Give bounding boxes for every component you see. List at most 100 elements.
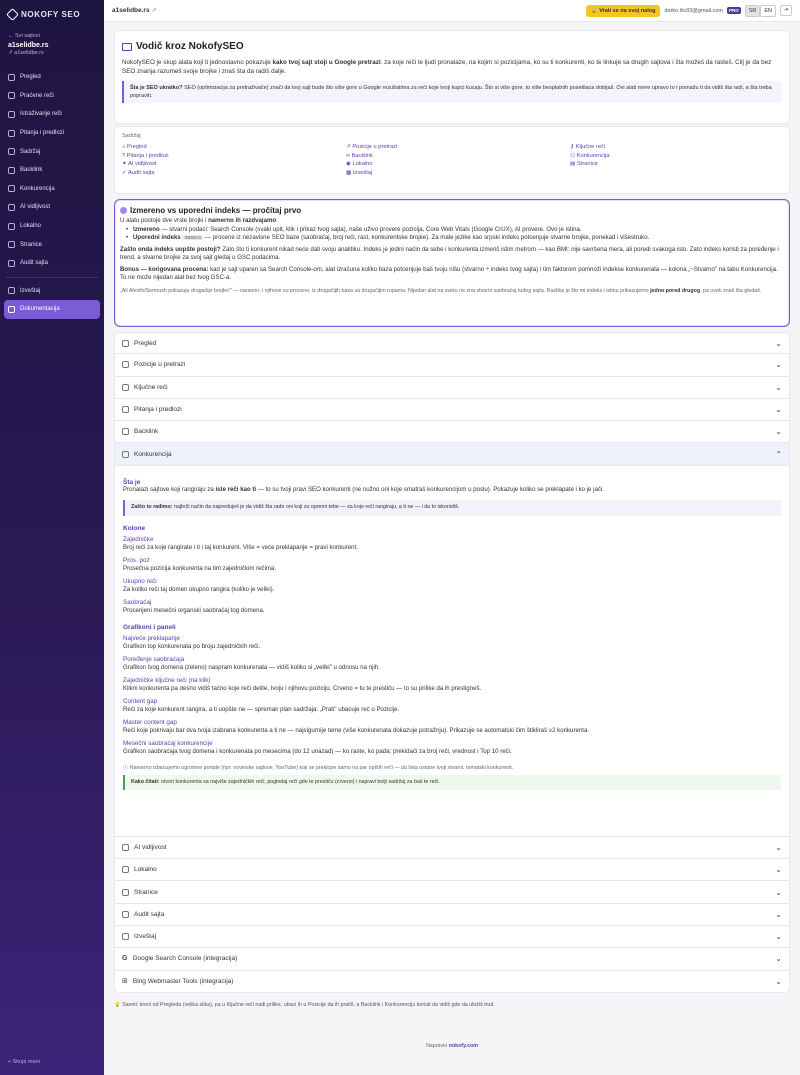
- definition-desc: Grafikon tvog domena (zeleno) naspram ko…: [123, 664, 380, 672]
- toc-link-kljucne[interactable]: ⚷ Ključne reči: [570, 143, 794, 152]
- sidebar-item-audit[interactable]: Audit sajta: [0, 254, 104, 273]
- definition-desc: Grafikon top konkurenata po broju zajedn…: [123, 643, 261, 651]
- accordion-label: Lokalno: [134, 866, 157, 874]
- definition-desc: Prosečna pozicija konkurenta na tim zaje…: [123, 565, 277, 573]
- logout-icon[interactable]: ⇥: [780, 5, 792, 16]
- definition-term: Ukupno reči: [123, 577, 157, 585]
- toc-link-pozicije[interactable]: ↗ Pozicije u pretrazi: [346, 143, 570, 152]
- toc-link-audit[interactable]: ✓ Audit sajta: [122, 169, 346, 178]
- pages-icon: [122, 888, 129, 896]
- accordion-item-pitanja[interactable]: Pitanja i predlozi ⌄: [114, 398, 790, 422]
- lang-sr-button[interactable]: SR: [744, 4, 761, 17]
- definition-desc: Klikni konkurenta pa desno vidiš tačno k…: [123, 685, 482, 693]
- accordion-item-gsc[interactable]: G Google Search Console (integracija) ⌄: [114, 948, 790, 971]
- accordion-item-ai[interactable]: AI vidljivost ⌄: [114, 836, 790, 860]
- text-bold: Zašto onda indeks uopšte postoji?: [120, 245, 221, 253]
- toc-link-izvestaj[interactable]: ▦ Izveštaj: [346, 169, 570, 178]
- accordion-item-backlink[interactable]: Backlink ⌄: [114, 421, 790, 444]
- definition-term: Pros. poz: [123, 556, 150, 564]
- accordion-item-pregled[interactable]: Pregled ⌄: [114, 332, 790, 355]
- sidebar-item-dokumentacija[interactable]: Dokumentacija: [4, 300, 100, 319]
- nav-divider: [6, 276, 98, 278]
- toc-link-ai[interactable]: ✦ AI vidljivost: [122, 160, 346, 169]
- toc-link-lokalno[interactable]: ◉ Lokalno: [346, 160, 570, 169]
- sidebar-item-backlink[interactable]: Backlink: [0, 161, 104, 180]
- table-of-contents: Sadržaj ⌂ Pregled ↗ Pozicije u pretrazi …: [114, 126, 790, 194]
- accordion-item-audit[interactable]: Audit sajta ⌄: [114, 903, 790, 926]
- sidebar-item-label: AI vidljivost: [20, 204, 51, 211]
- sidebar-item-label: Audit sajta: [20, 260, 49, 267]
- sidebar-item-label: Dokumentacija: [20, 306, 60, 313]
- definition-desc: Reči koje pokrivaju bar dva tvoja izabra…: [123, 727, 590, 735]
- paragraph: Bonus — korigovana procena: kad je sajt …: [120, 266, 784, 283]
- topbar: a1selidbe.rs ↗ 🔒 Vrati se na svoj nalog …: [104, 0, 800, 22]
- sidebar-item-pregled[interactable]: Pregled: [0, 68, 104, 87]
- accordion-label: Audit sajta: [134, 910, 165, 918]
- toc-link-pitanja[interactable]: ? Pitanja i predlozi: [122, 152, 346, 161]
- text: , pa uvek znaš šta gledaš.: [700, 287, 762, 294]
- accordion-item-pozicije[interactable]: Pozicije u pretrazi ⌄: [114, 354, 790, 377]
- page-title-text: Vodič kroz NokofySEO: [136, 41, 244, 52]
- accordion-label: Pitanja i predlozi: [134, 406, 182, 414]
- pages-icon: [8, 241, 15, 249]
- accordion-item-izvestaj[interactable]: Izveštaj ⌄: [114, 925, 790, 949]
- sidebar-item-sadrzaj[interactable]: Sadržaj: [0, 142, 104, 161]
- sidebar-item-pitanja[interactable]: Pitanja i predlozi: [0, 124, 104, 143]
- accordion-label: Ključne reči: [134, 383, 168, 391]
- sidebar-item-label: Pregled: [20, 74, 41, 81]
- footer-link[interactable]: nokofy.com: [449, 1043, 478, 1049]
- list-item: Uporedni indeks INDEKS — procene iz neza…: [120, 234, 784, 243]
- accordion-label: Izveštaj: [134, 933, 157, 941]
- sidebar-item-ai-vidljivost[interactable]: AI vidljivost: [0, 198, 104, 217]
- definition-item: Zajedničke Broj reči za koje rangirate i …: [123, 536, 781, 553]
- breadcrumb: a1selidbe.rs: [112, 7, 150, 14]
- brand-logo[interactable]: NOKOFY SEO: [0, 0, 104, 27]
- sidebar-item-label: Sadržaj: [20, 148, 41, 155]
- footer-text: Napravio: [425, 1042, 449, 1049]
- text-bold: kako tvoj sajt stoji u Google pretrazi: [272, 59, 381, 66]
- toc-links: ⌂ Pregled ↗ Pozicije u pretrazi ⚷ Ključn…: [122, 143, 782, 177]
- overview-icon: [8, 73, 15, 81]
- sidebar-item-istrazivanje[interactable]: Istraživanje reči: [0, 105, 104, 124]
- paragraph: „Ali Ahrefs/Semrush pokazuju drugačije b…: [120, 288, 784, 296]
- toc-link-pregled[interactable]: ⌂ Pregled: [122, 143, 346, 152]
- return-label: Vrati se na svoj nalog: [599, 7, 656, 14]
- chevron-down-icon: ⌄: [775, 842, 782, 852]
- toc-link-stranice[interactable]: ▤ Stranice: [570, 160, 794, 169]
- toc-label: Izveštaj: [352, 169, 373, 176]
- note-text: SEO (optimizacija za pretraživače) znači…: [130, 85, 772, 99]
- toc-link-backlink[interactable]: ∞ Backlink: [346, 152, 570, 161]
- sidebar-item-lokalno[interactable]: Lokalno: [0, 217, 104, 236]
- toc-label: Pozicije u pretrazi: [352, 144, 398, 150]
- lang-en-button[interactable]: EN: [760, 4, 776, 17]
- plan-badge: PRO: [726, 7, 741, 14]
- collapse-menu-button[interactable]: « Skupi meni: [8, 1059, 40, 1065]
- accordion-label: Pregled: [134, 339, 157, 347]
- sidebar-item-label: Backlink: [20, 167, 43, 174]
- sidebar-item-pracene-reci[interactable]: Praćene reči: [0, 87, 104, 106]
- external-link-icon[interactable]: ↗: [152, 7, 157, 14]
- accordion-item-konkurencija[interactable]: Konkurencija ⌃: [114, 443, 790, 466]
- accordion-item-stranice[interactable]: Stranice ⌄: [114, 881, 790, 904]
- site-url-link[interactable]: ↗ a1selidbe.rs: [0, 49, 104, 56]
- toc-label: Lokalno: [352, 161, 373, 167]
- windows-icon: ⊞: [122, 978, 128, 986]
- users-icon: [8, 185, 15, 193]
- sidebar-item-izvestaj[interactable]: Izveštaj: [0, 282, 104, 301]
- definition-term: Content gap: [123, 697, 158, 705]
- toc-link-konkurencija[interactable]: ⚇ Konkurencija: [570, 152, 794, 161]
- sidebar-item-label: Izveštaj: [20, 287, 41, 294]
- accordion-item-lokalno[interactable]: Lokalno ⌄: [114, 859, 790, 882]
- audit-icon: [8, 259, 15, 267]
- chevron-down-icon: ⌄: [775, 427, 782, 437]
- sidebar-item-konkurencija[interactable]: Konkurencija: [0, 180, 104, 199]
- sidebar-item-stranice[interactable]: Stranice: [0, 235, 104, 254]
- return-to-account-button[interactable]: 🔒 Vrati se na svoj nalog: [585, 4, 661, 17]
- graphs-heading: Grafikoni i paneli: [123, 623, 176, 631]
- accordion-item-kljucne[interactable]: Ključne reči ⌄: [114, 376, 790, 399]
- pin-icon: [122, 866, 129, 874]
- accordion-item-bing[interactable]: ⊞ Bing Webmaster Tools (integracija) ⌄: [114, 970, 790, 993]
- site-name: a1selidbe.rs: [8, 42, 49, 49]
- chevron-down-icon: ⌄: [775, 976, 782, 986]
- sidebar-item-label: Stranice: [20, 241, 43, 248]
